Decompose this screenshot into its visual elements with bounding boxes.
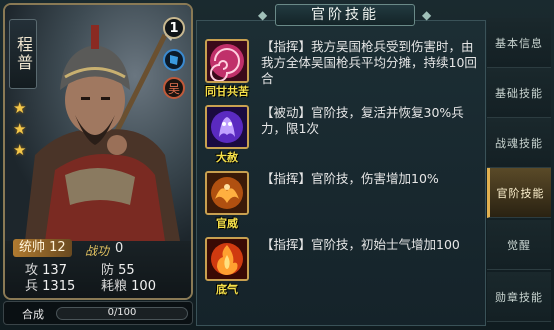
command-label: 统帅 <box>19 240 46 255</box>
vortex-icon[interactable] <box>205 39 249 83</box>
skill-row[interactable]: 底气 【指挥】官阶技，初始士气增加100 <box>203 237 481 299</box>
command-tag: 统帅 12 <box>13 239 72 257</box>
tab-rank-skills[interactable]: 官阶技能 <box>487 168 551 218</box>
skill-row[interactable]: 大赦 【被动】官阶技，复活并恢复30%兵力，限1次 <box>203 105 481 167</box>
synthesis-bar[interactable]: 合成 0/100 <box>3 301 193 325</box>
skill-description: 【指挥】官阶技，伤害增加10% <box>261 171 439 186</box>
skill-description: 【被动】官阶技，复活并恢复30%兵力，限1次 <box>261 105 464 136</box>
tab-medal-skills[interactable]: 勋章技能 <box>487 272 551 322</box>
skill-row[interactable]: 同甘共苦 【指挥】我方吴国枪兵受到伤害时，由我方全体吴国枪兵平均分摊，持续10回… <box>203 39 481 101</box>
side-tabs: 基本信息 基础技能 战魂技能 官阶技能 觉醒 勋章技能 <box>487 18 551 326</box>
star-icon: ★ <box>13 141 27 159</box>
hero-name-banner: 程普 <box>9 19 37 89</box>
battle-merit-value: 0 <box>115 241 124 256</box>
skill-name: 官威 <box>216 217 238 230</box>
hero-name: 程普 <box>14 36 33 72</box>
phoenix-icon[interactable] <box>205 171 249 215</box>
troops-value: 1315 <box>42 279 76 294</box>
skill-name: 同甘共苦 <box>205 85 249 98</box>
tab-soul-skills[interactable]: 战魂技能 <box>487 118 551 168</box>
stat-panel: 统帅 12 战功 0 攻 137 防 55 兵 1315 耗粮 100 <box>5 239 191 298</box>
food-stat: 耗粮 100 <box>101 275 156 294</box>
skill-description: 【指挥】官阶技，初始士气增加100 <box>261 237 460 252</box>
skill-row[interactable]: 官威 【指挥】官阶技，伤害增加10% <box>203 171 481 233</box>
skill-name: 底气 <box>216 283 238 296</box>
synthesis-progress-text: 0/100 <box>107 307 137 318</box>
skill-description: 【指挥】我方吴国枪兵受到伤害时，由我方全体吴国枪兵平均分摊，持续10回合 <box>261 39 477 86</box>
food-label: 耗粮 <box>101 279 128 294</box>
skills-panel: 同甘共苦 【指挥】我方吴国枪兵受到伤害时，由我方全体吴国枪兵平均分摊，持续10回… <box>196 20 486 326</box>
spirit-icon[interactable] <box>205 105 249 149</box>
faction-badge: 吴 <box>163 77 185 99</box>
food-value: 100 <box>131 279 156 294</box>
troops-label: 兵 <box>25 279 39 294</box>
star-icon: ★ <box>13 99 27 117</box>
synthesis-progress-track: 0/100 <box>56 307 188 320</box>
star-rating: ★ ★ ★ <box>13 101 26 158</box>
star-icon: ★ <box>13 120 27 138</box>
hero-detail-screen: 程普 1 吴 ★ ★ ★ 统帅 12 战功 0 攻 137 防 55 兵 131… <box>0 0 554 330</box>
troops-stat: 兵 1315 <box>25 275 75 294</box>
troop-type-icon <box>163 49 185 71</box>
level-badge: 1 <box>163 17 185 39</box>
hero-card[interactable]: 程普 1 吴 ★ ★ ★ 统帅 12 战功 0 攻 137 防 55 兵 131… <box>3 3 193 300</box>
battle-merit-label: 战功 <box>85 244 110 258</box>
tab-basic-info[interactable]: 基本信息 <box>487 18 551 68</box>
flame-icon[interactable] <box>205 237 249 281</box>
synthesis-label: 合成 <box>22 308 44 321</box>
skill-name: 大赦 <box>216 151 238 164</box>
command-value: 12 <box>49 240 66 255</box>
tab-basic-skills[interactable]: 基础技能 <box>487 68 551 118</box>
tab-awakening[interactable]: 觉醒 <box>487 220 551 270</box>
